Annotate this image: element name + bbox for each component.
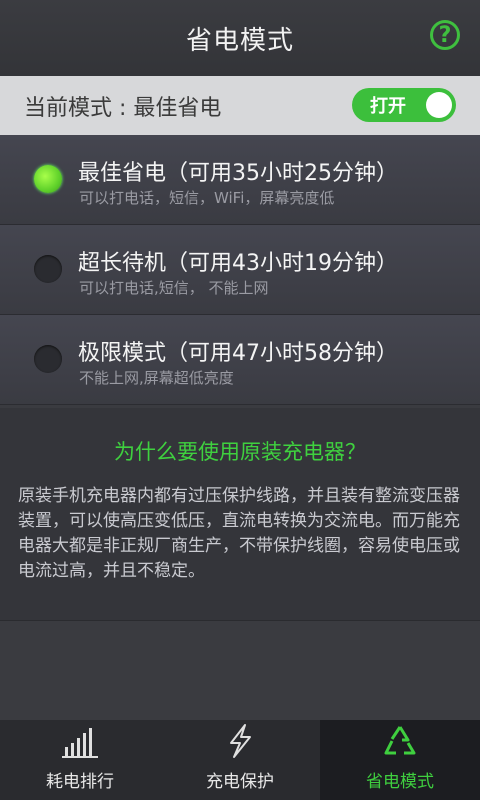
option-long-standby[interactable]: 超长待机（可用43小时19分钟） 可以打电话,短信， 不能上网: [0, 225, 480, 315]
power-save-toggle[interactable]: 打开: [352, 88, 456, 122]
option-subtitle: 不能上网,屏幕超低亮度: [79, 369, 234, 387]
option-title: 极限模式（可用47小时58分钟）: [78, 341, 398, 366]
question-mark-icon: ?: [438, 22, 452, 48]
radio-unselected-icon[interactable]: [34, 255, 62, 283]
header-bar: 省电模式 ?: [0, 0, 480, 76]
toggle-label: 打开: [370, 96, 406, 117]
option-title: 最佳省电（可用35小时25分钟）: [78, 161, 398, 186]
radio-selected-icon[interactable]: [34, 165, 62, 193]
tab-charge-protection[interactable]: 充电保护: [160, 720, 320, 800]
current-mode-label: 当前模式 : 最佳省电: [24, 95, 222, 121]
mode-options-list: 最佳省电（可用35小时25分钟） 可以打电话，短信，WiFi，屏幕亮度低 超长待…: [0, 135, 480, 405]
toggle-knob: [426, 92, 452, 118]
option-best-saving[interactable]: 最佳省电（可用35小时25分钟） 可以打电话，短信，WiFi，屏幕亮度低: [0, 135, 480, 225]
recycle-icon: [384, 726, 416, 755]
option-extreme-mode[interactable]: 极限模式（可用47小时58分钟） 不能上网,屏幕超低亮度: [0, 315, 480, 405]
tab-power-ranking[interactable]: 耗电排行: [0, 720, 160, 800]
option-subtitle: 可以打电话,短信， 不能上网: [79, 279, 269, 297]
charger-info-panel: 为什么要使用原装充电器？ 原装手机充电器内都有过压保护线路，并且装有整流变压器装…: [0, 408, 480, 621]
tab-label: 耗电排行: [46, 772, 114, 792]
radio-unselected-icon[interactable]: [34, 345, 62, 373]
info-question: 为什么要使用原装充电器？: [114, 440, 366, 464]
help-button[interactable]: ?: [430, 20, 460, 50]
current-mode-bar: 当前模式 : 最佳省电 打开: [0, 76, 480, 135]
bottom-tab-bar: 耗电排行 充电保护 省电模式: [0, 720, 480, 800]
lightning-icon: [230, 724, 251, 758]
bar-chart-icon: [62, 728, 98, 758]
tab-power-save-mode[interactable]: 省电模式: [320, 720, 480, 800]
option-title: 超长待机（可用43小时19分钟）: [78, 251, 398, 276]
tab-label: 省电模式: [366, 772, 434, 792]
tab-label: 充电保护: [206, 772, 274, 792]
page-title: 省电模式: [185, 25, 294, 56]
info-text: 原装手机充电器内都有过压保护线路，并且装有整流变压器装置，可以使高压变低压，直流…: [18, 486, 460, 581]
option-subtitle: 可以打电话，短信，WiFi，屏幕亮度低: [79, 189, 335, 207]
